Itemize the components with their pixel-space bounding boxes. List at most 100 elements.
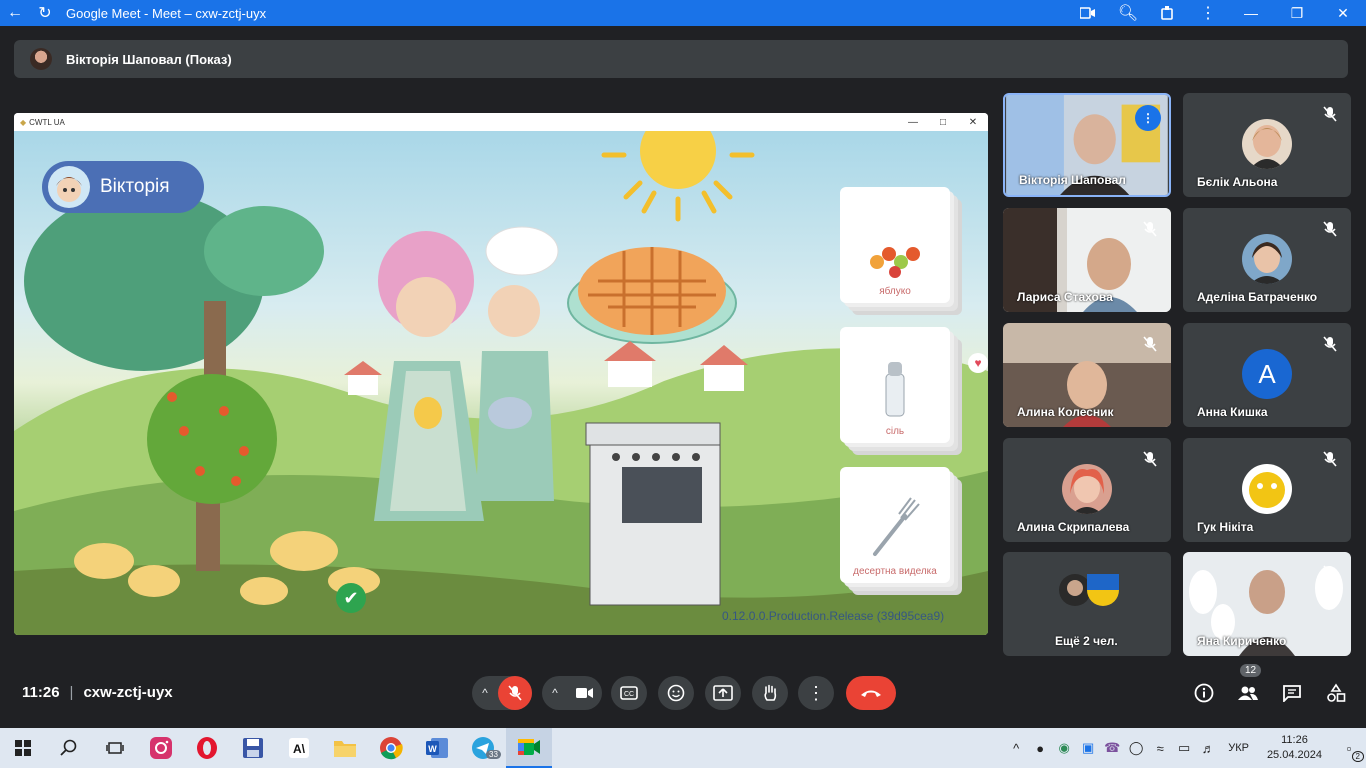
card-apple[interactable]: яблуко	[840, 187, 950, 303]
participant-name: Яна Кириченко	[1197, 634, 1287, 648]
notifications-icon[interactable]: ▫ 2	[1332, 741, 1366, 762]
tray-mic-icon[interactable]: ●	[1028, 741, 1052, 756]
participant-tile[interactable]: ⋮ Вікторія Шаповал	[1003, 93, 1171, 197]
close-icon[interactable]: ✕	[1320, 0, 1366, 26]
check-icon[interactable]: ✔	[336, 583, 366, 613]
reactions-button[interactable]	[658, 676, 694, 710]
camera-options-chevron-icon[interactable]: ^	[542, 686, 568, 700]
participant-name: Гук Нікіта	[1197, 520, 1254, 534]
opera-icon[interactable]	[184, 728, 230, 768]
restore-icon[interactable]: ❐	[1274, 0, 1320, 26]
file-explorer-icon[interactable]	[322, 728, 368, 768]
input-language[interactable]: УКР	[1228, 742, 1249, 754]
camera-button[interactable]	[568, 676, 602, 710]
heart-icon[interactable]: ♥	[968, 353, 988, 373]
mic-muted-icon	[1137, 216, 1163, 242]
participant-tile[interactable]: Аделіна Батраченко	[1183, 208, 1351, 312]
tray-app-icon[interactable]: ◉	[1052, 740, 1076, 756]
mic-muted-icon	[1317, 101, 1343, 127]
tray-wifi-icon[interactable]: ≈	[1148, 741, 1172, 756]
activities-button[interactable]	[1314, 676, 1358, 710]
presenter-label: Вікторія Шаповал (Показ)	[66, 51, 232, 67]
windows-start-icon[interactable]	[0, 728, 46, 768]
participant-tile[interactable]: A Анна Кишка	[1183, 323, 1351, 427]
minimize-icon[interactable]: —	[1228, 0, 1274, 26]
participant-tile[interactable]: Лариса Стахова	[1003, 208, 1171, 312]
zoom-icon[interactable]: 🔍︎	[1108, 0, 1148, 26]
chrome-icon[interactable]	[368, 728, 414, 768]
participant-avatar	[1062, 464, 1112, 514]
tray-meet-icon[interactable]: ▣	[1076, 740, 1100, 756]
save-disk-icon[interactable]	[230, 728, 276, 768]
meeting-time: 11:26	[22, 684, 60, 701]
participant-tile[interactable]: Яна Кириченко	[1183, 552, 1351, 656]
app-minimize-icon[interactable]: —	[898, 117, 928, 128]
mic-muted-icon	[1317, 560, 1343, 586]
camera-indicator-icon[interactable]	[1068, 0, 1108, 26]
present-screen-button[interactable]	[705, 676, 741, 710]
mic-options-chevron-icon[interactable]: ^	[472, 686, 498, 700]
reload-icon[interactable]: ↻	[30, 0, 60, 26]
tray-network-globe-icon[interactable]: ◯	[1124, 740, 1148, 756]
chat-button[interactable]	[1270, 676, 1314, 710]
meeting-details-button[interactable]	[1182, 676, 1226, 710]
people-button[interactable]: 12	[1226, 664, 1270, 710]
speaking-indicator-icon: ⋮	[1135, 105, 1161, 131]
tray-volume-icon[interactable]: ♬	[1196, 741, 1220, 756]
card-salt[interactable]: сіль	[840, 327, 950, 443]
captions-button[interactable]: CC	[611, 676, 647, 710]
stove-illustration	[585, 422, 721, 606]
mic-off-icon	[508, 685, 522, 701]
anthropic-app-icon[interactable]: A\	[276, 728, 322, 768]
participant-avatar	[1242, 234, 1292, 284]
task-view-icon[interactable]	[92, 728, 138, 768]
tray-expand-chevron-icon[interactable]: ^	[1004, 741, 1028, 756]
google-meet-taskbar-icon[interactable]	[506, 728, 552, 768]
chef-illustration	[476, 226, 559, 501]
participant-tile[interactable]: Алина Колесник	[1003, 323, 1171, 427]
card-label: десертна виделка	[853, 566, 937, 577]
salt-shaker-icon	[885, 362, 905, 417]
app-titlebar: ◆ CWTL UA — □ ✕	[14, 113, 988, 131]
system-time: 11:26	[1281, 734, 1308, 746]
svg-text:CC: CC	[624, 691, 634, 698]
app-logo-icon: ◆	[20, 117, 27, 127]
more-participants-avatars	[1059, 574, 1119, 606]
tray-battery-icon[interactable]: ▭	[1172, 740, 1196, 756]
presenter-bar: Вікторія Шаповал (Показ)	[14, 40, 1348, 78]
word-icon[interactable]: W	[414, 728, 460, 768]
app-maximize-icon[interactable]: □	[928, 117, 958, 128]
mic-muted-icon	[1137, 331, 1163, 357]
leave-call-button[interactable]	[846, 676, 896, 710]
game-scene[interactable]: Вікторія яблуко сіль десертна виделка ♥ …	[14, 131, 988, 635]
grandma-illustration	[374, 231, 484, 521]
system-clock[interactable]: 11:26 25.04.2024	[1267, 733, 1322, 763]
mic-off-button[interactable]	[498, 676, 532, 710]
instagram-icon[interactable]	[138, 728, 184, 768]
extensions-icon[interactable]	[1148, 0, 1188, 26]
mic-muted-icon	[1317, 446, 1343, 472]
card-fork[interactable]: десертна виделка	[840, 467, 950, 583]
telegram-badge: 33	[486, 750, 501, 759]
participant-tile-more[interactable]: Ещё 2 чел.	[1003, 552, 1171, 656]
windows-taskbar: A\ W 33 ^ ● ◉ ▣ ☎ ◯ ≈ ▭ ♬ УКР 11:26 25.0…	[0, 728, 1366, 768]
version-label: 0.12.0.0.Production.Release (39d95cea9)	[722, 609, 945, 623]
search-icon[interactable]	[46, 728, 92, 768]
more-options-button[interactable]: ⋮	[798, 676, 834, 710]
participant-name: Алина Колесник	[1017, 405, 1114, 419]
pie-illustration	[567, 247, 737, 344]
app-close-icon[interactable]: ✕	[958, 117, 988, 128]
camera-control[interactable]: ^	[542, 676, 602, 710]
meeting-controls: 11:26 | cxw-zctj-uyx ^ ^ CC ⋮ 12	[0, 662, 1366, 722]
participant-tile[interactable]: Гук Нікіта	[1183, 438, 1351, 542]
participant-tile[interactable]: Бєлік Альона	[1183, 93, 1351, 197]
menu-dots-icon[interactable]: ⋮	[1188, 0, 1228, 26]
tray-viber-icon[interactable]: ☎	[1100, 740, 1124, 756]
mic-control[interactable]: ^	[472, 676, 532, 710]
shared-screen[interactable]: ◆ CWTL UA — □ ✕ Вікторія яблуко сіль дес…	[14, 113, 988, 635]
back-arrow-icon[interactable]: ←	[0, 0, 30, 26]
participant-tile[interactable]: Алина Скрипалева	[1003, 438, 1171, 542]
participant-name: Бєлік Альона	[1197, 175, 1278, 189]
telegram-icon[interactable]: 33	[460, 728, 506, 768]
raise-hand-button[interactable]	[752, 676, 788, 710]
